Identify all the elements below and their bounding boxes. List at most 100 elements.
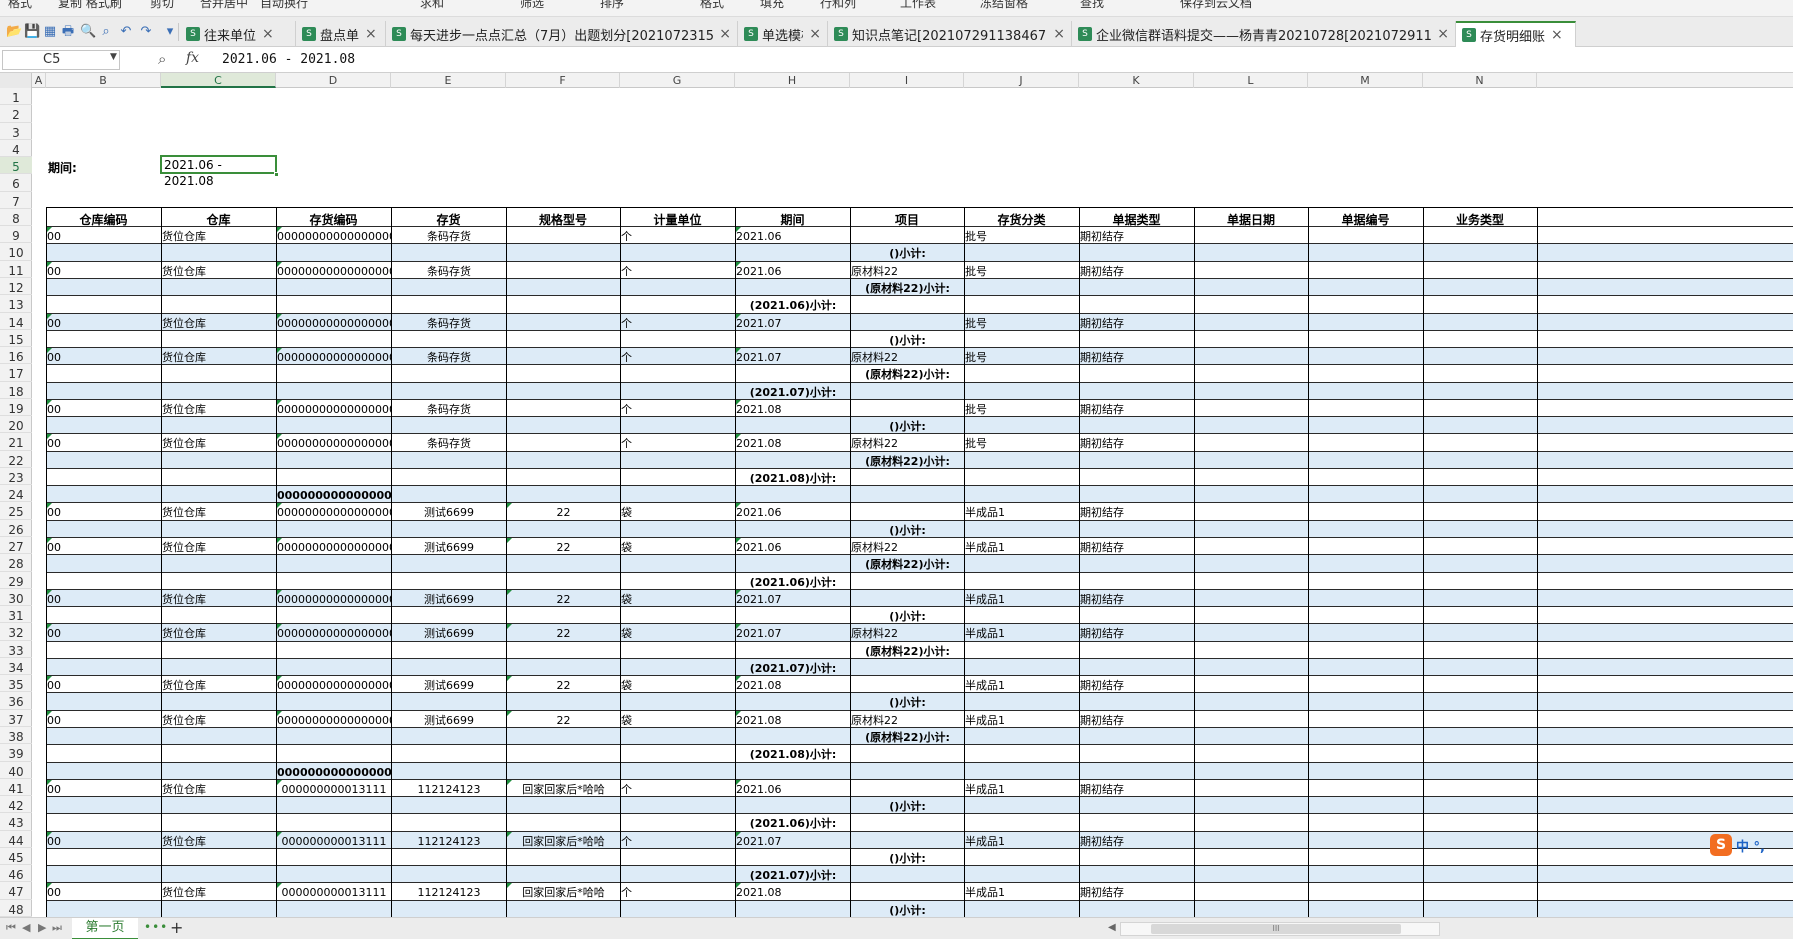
ribbon-item[interactable]: 合并居中 <box>200 0 248 11</box>
table-cell[interactable]: 原材料22 <box>851 264 964 281</box>
table-cell[interactable]: 期初结存 <box>1080 592 1194 609</box>
table-cell[interactable]: 货位仓库 <box>162 713 276 730</box>
cell-area[interactable]: 期间: 2021.06 - 2021.08 仓库编码 仓库 存货编码 存货 规格型号 计量单位… <box>32 88 1793 917</box>
table-cell[interactable]: 货位仓库 <box>162 316 276 333</box>
table-cell[interactable]: 半成品1 <box>965 626 1079 643</box>
table-cell[interactable]: 货位仓库 <box>162 264 276 281</box>
name-box[interactable]: C5 <box>2 50 120 70</box>
row-header[interactable]: 15 <box>0 330 32 348</box>
row-header[interactable]: 10 <box>0 243 32 261</box>
table-cell[interactable] <box>507 350 620 367</box>
table-cell[interactable] <box>1424 834 1537 851</box>
table-cell[interactable]: 期初结存 <box>1080 678 1194 695</box>
table-cell[interactable]: 袋 <box>621 713 735 730</box>
row-header[interactable]: 48 <box>0 900 32 917</box>
row-header[interactable]: 29 <box>0 572 32 589</box>
row-header[interactable]: 34 <box>0 658 32 676</box>
table-cell[interactable]: 原材料22 <box>851 436 964 453</box>
column-header[interactable]: J <box>964 73 1079 88</box>
table-cell[interactable]: 2021.07 <box>736 350 850 367</box>
row-header[interactable]: 47 <box>0 882 32 900</box>
column-header[interactable]: K <box>1079 73 1194 88</box>
table-cell[interactable] <box>1309 834 1423 851</box>
row-header[interactable]: 45 <box>0 848 32 866</box>
table-cell[interactable]: 货位仓库 <box>162 436 276 453</box>
table-cell[interactable]: 批号 <box>965 402 1079 419</box>
table-cell[interactable]: 期初结存 <box>1080 505 1194 522</box>
table-cell[interactable]: 2021.08 <box>736 436 850 453</box>
row-header[interactable]: 5 <box>0 157 32 175</box>
row-header[interactable]: 38 <box>0 727 32 745</box>
row-header[interactable]: 11 <box>0 261 32 278</box>
table-cell[interactable]: 批号 <box>965 264 1079 281</box>
table-cell[interactable]: 期初结存 <box>1080 264 1194 281</box>
row-header[interactable]: 27 <box>0 537 32 555</box>
ribbon-item[interactable]: 格式 <box>700 0 724 11</box>
table-cell[interactable]: 22 <box>507 626 620 643</box>
table-cell[interactable] <box>1195 436 1308 453</box>
table-cell[interactable]: 货位仓库 <box>162 540 276 557</box>
table-cell[interactable] <box>1424 678 1537 695</box>
row-header[interactable]: 7 <box>0 192 32 209</box>
table-cell[interactable]: 半成品1 <box>965 678 1079 695</box>
table-cell[interactable]: 112124123 <box>392 834 506 851</box>
row-header[interactable]: 1 <box>0 88 32 106</box>
table-cell[interactable]: 期初结存 <box>1080 350 1194 367</box>
print-preview-icon[interactable]: 🔍 <box>80 24 96 40</box>
table-cell[interactable]: 00 <box>47 316 161 333</box>
table-cell[interactable]: 货位仓库 <box>162 834 276 851</box>
table-cell[interactable] <box>1309 316 1423 333</box>
sheet-tab-active[interactable]: 第一页 <box>72 918 138 939</box>
table-cell[interactable]: 期初结存 <box>1080 436 1194 453</box>
table-cell[interactable]: 袋 <box>621 505 735 522</box>
table-cell[interactable] <box>1195 264 1308 281</box>
table-cell[interactable]: 2021.08 <box>736 402 850 419</box>
table-cell[interactable]: 货位仓库 <box>162 782 276 799</box>
column-header[interactable]: F <box>506 73 620 88</box>
table-cell[interactable]: 期初结存 <box>1080 402 1194 419</box>
ribbon-item[interactable]: 保存到云文档 <box>1180 0 1252 11</box>
table-cell[interactable]: 00 <box>47 592 161 609</box>
row-header[interactable]: 39 <box>0 744 32 762</box>
prev-sheet-icon[interactable]: ◀ <box>22 921 30 934</box>
find-icon[interactable]: ⌕ <box>98 24 114 40</box>
table-cell[interactable]: 个 <box>621 229 735 246</box>
table-cell[interactable]: 测试6699 <box>392 592 506 609</box>
table-cell[interactable] <box>1195 626 1308 643</box>
table-cell[interactable]: 00 <box>47 402 161 419</box>
table-cell[interactable] <box>1424 592 1537 609</box>
table-cell[interactable] <box>851 402 964 419</box>
table-cell[interactable]: 货位仓库 <box>162 402 276 419</box>
table-cell[interactable]: 00000000000000000000000 <box>277 592 391 609</box>
ribbon-item[interactable]: 格式 <box>8 0 32 11</box>
table-cell[interactable]: 测试6699 <box>392 713 506 730</box>
table-cell[interactable] <box>1309 885 1423 902</box>
table-cell[interactable]: 2021.06 <box>736 782 850 799</box>
table-cell[interactable]: 00000000000000000000000 <box>277 713 391 730</box>
table-cell[interactable] <box>1309 229 1423 246</box>
table-cell[interactable]: 半成品1 <box>965 713 1079 730</box>
table-cell[interactable]: 个 <box>621 264 735 281</box>
table-cell[interactable] <box>1424 316 1537 333</box>
table-cell[interactable] <box>1424 713 1537 730</box>
row-header[interactable]: 43 <box>0 813 32 831</box>
row-header[interactable]: 22 <box>0 451 32 468</box>
table-cell[interactable] <box>851 316 964 333</box>
table-cell[interactable]: 袋 <box>621 678 735 695</box>
table-cell[interactable]: 货位仓库 <box>162 885 276 902</box>
document-tab[interactable]: S 往来单位 × <box>180 21 296 47</box>
table-cell[interactable]: 2021.07 <box>736 626 850 643</box>
table-cell[interactable]: 个 <box>621 316 735 333</box>
table-cell[interactable] <box>1309 713 1423 730</box>
table-cell[interactable]: 期初结存 <box>1080 885 1194 902</box>
redo-icon[interactable]: ↷ <box>138 24 154 40</box>
table-cell[interactable]: 条码存货 <box>392 436 506 453</box>
row-header[interactable]: 21 <box>0 433 32 451</box>
table-cell[interactable]: 112124123 <box>392 885 506 902</box>
ribbon-item[interactable]: 填充 <box>760 0 784 11</box>
row-header[interactable]: 19 <box>0 399 32 417</box>
table-cell[interactable]: 个 <box>621 350 735 367</box>
table-cell[interactable]: 00000000000000000000000 <box>277 678 391 695</box>
row-header[interactable]: 4 <box>0 140 32 158</box>
row-header[interactable]: 12 <box>0 278 32 296</box>
